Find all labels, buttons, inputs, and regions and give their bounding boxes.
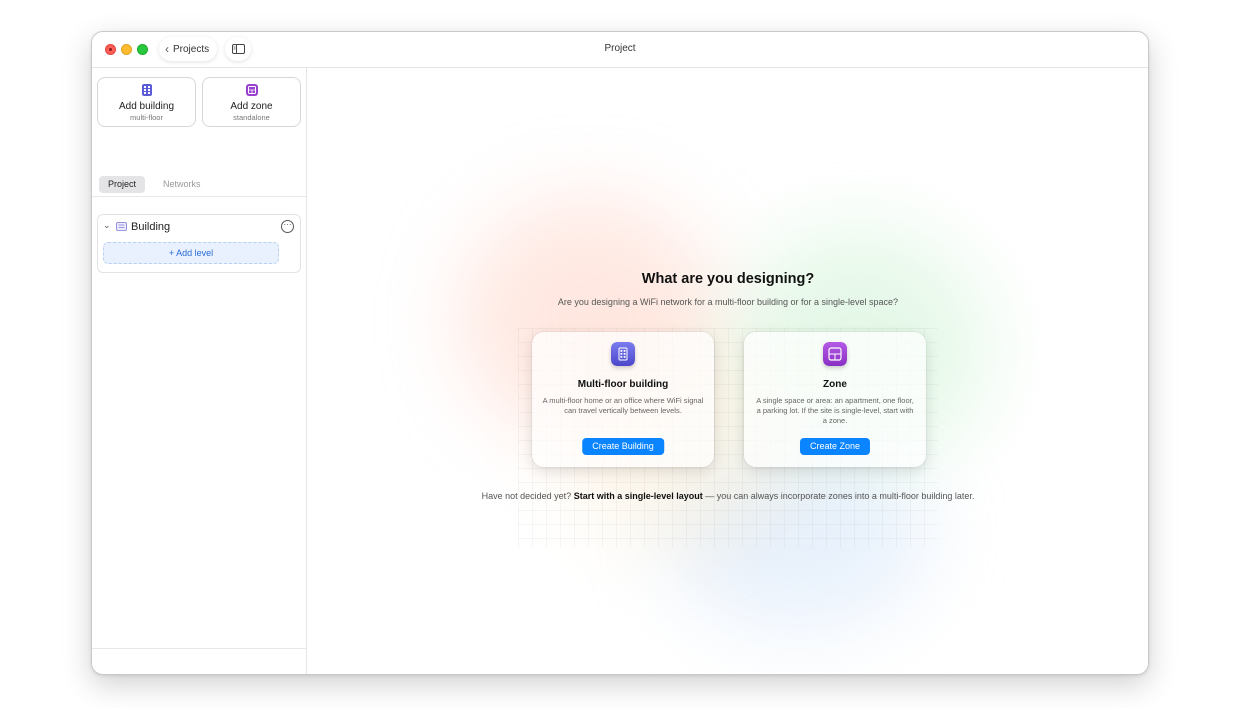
add-zone-title: Add zone — [230, 101, 273, 112]
add-building-subtitle: multi-floor — [130, 113, 163, 122]
sidebar-footer-divider — [92, 648, 306, 649]
multi-floor-building-card[interactable]: Multi-floor building A multi-floor home … — [532, 332, 714, 467]
chevron-down-icon[interactable]: ⌄ — [103, 220, 111, 231]
tab-networks[interactable]: Networks — [154, 176, 210, 193]
add-building-title: Add building — [118, 101, 175, 112]
sidebar-divider — [92, 196, 306, 197]
zone-card-title: Zone — [823, 379, 847, 390]
add-zone-button[interactable]: Add zone standalone — [202, 77, 301, 127]
building-outline-icon — [116, 222, 127, 231]
decision-footnote: Have not decided yet? Start with a singl… — [308, 491, 1148, 501]
zone-icon — [823, 342, 847, 366]
main-content: What are you designing? Are you designin… — [308, 68, 1148, 674]
building-tree-item: ⌄ Building ··· + Add level — [97, 214, 301, 273]
add-building-button[interactable]: Add building multi-floor — [97, 77, 196, 127]
create-zone-button[interactable]: Create Zone — [799, 438, 871, 455]
tab-project[interactable]: Project — [99, 176, 146, 193]
footnote-suffix: — you can always incorporate zones into … — [705, 491, 975, 501]
zone-icon — [245, 84, 258, 96]
add-level-button[interactable]: + Add level — [103, 242, 279, 264]
footnote-prefix: Have not decided yet? — [481, 491, 572, 501]
building-icon — [611, 342, 635, 366]
single-level-layout-link[interactable]: Start with a single-level layout — [574, 491, 703, 501]
zone-card[interactable]: Zone A single space or area: an apartmen… — [744, 332, 926, 467]
page-heading: What are you designing? — [641, 271, 815, 287]
page-subheading: Are you designing a WiFi network for a m… — [557, 297, 899, 307]
building-card-description: A multi-floor home or an office where Wi… — [542, 396, 704, 415]
title-bar: ‹ Projects Project — [92, 32, 1148, 68]
create-building-button[interactable]: Create Building — [582, 438, 664, 455]
building-label[interactable]: Building — [131, 221, 170, 233]
building-icon — [141, 84, 152, 96]
building-card-title: Multi-floor building — [577, 379, 669, 390]
app-window: ‹ Projects Project Add building multi-fl… — [91, 31, 1149, 675]
sidebar: Add building multi-floor Add zone standa… — [92, 68, 307, 674]
more-options-icon[interactable]: ··· — [281, 220, 294, 233]
window-title: Project — [604, 43, 636, 54]
zone-card-description: A single space or area: an apartment, on… — [756, 396, 914, 425]
add-zone-subtitle: standalone — [233, 113, 270, 122]
